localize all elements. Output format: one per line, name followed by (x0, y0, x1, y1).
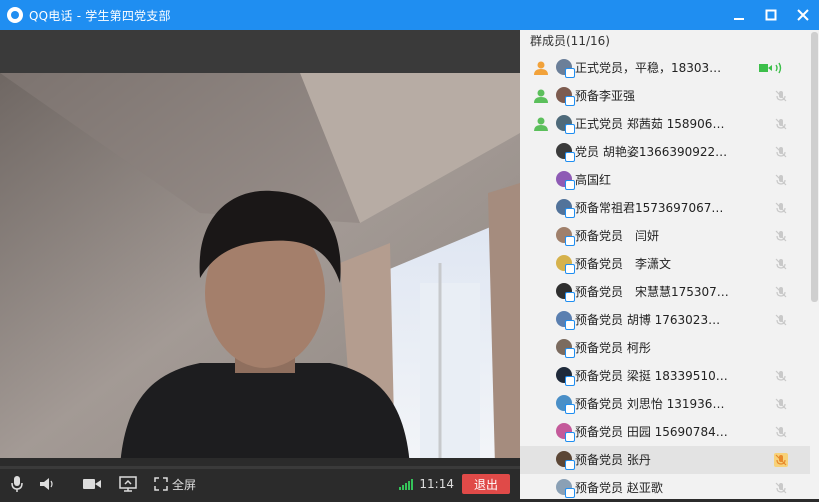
member-list[interactable]: 正式党员，平稳，18303… 预备李亚强正式党员 郑茜茹 158906… 党员 胡艳… (520, 54, 810, 502)
speaker-button[interactable] (32, 469, 62, 499)
mic-muted-icon[interactable] (774, 313, 788, 327)
screen-share-button[interactable] (112, 469, 144, 499)
member-name: 预备党员 梁挺 18339510… (575, 369, 728, 383)
member-row[interactable]: 预备党员 梁挺 18339510… (520, 362, 810, 390)
qq-call-logo-icon (7, 7, 23, 23)
member-list-scrollbar[interactable] (811, 32, 818, 302)
device-badge-icon (565, 236, 575, 246)
device-badge-icon (565, 68, 575, 78)
call-duration: 11:14 (419, 477, 454, 491)
device-badge-icon (565, 460, 575, 470)
mic-muted-icon[interactable] (774, 425, 788, 439)
exit-call-button[interactable]: 退出 (462, 474, 510, 494)
mic-muted-icon[interactable] (774, 285, 788, 299)
camera-button[interactable] (74, 469, 110, 499)
member-count-header: 群成员(11/16) (530, 34, 610, 48)
device-badge-icon (565, 404, 575, 414)
member-name: 预备党员 张丹 (575, 453, 651, 467)
member-name: 正式党员 郑茜茹 158906… (575, 117, 725, 131)
mic-muted-icon[interactable] (774, 117, 788, 131)
mic-muted-icon[interactable] (774, 397, 788, 411)
member-name: 预备党员 胡博 1763023… (575, 313, 721, 327)
fullscreen-label: 全屏 (172, 477, 197, 492)
fullscreen-button[interactable]: 全屏 (154, 469, 196, 499)
mic-muted-icon[interactable] (774, 173, 788, 187)
minimize-icon (734, 18, 744, 20)
participant-video-image (0, 73, 520, 466)
video-speaking-icon (759, 62, 782, 74)
member-row[interactable]: 预备党员 李潇文 (520, 250, 810, 278)
signal-strength-icon (399, 478, 414, 490)
member-name: 高国红 (575, 173, 612, 187)
mic-muted-icon[interactable] (774, 453, 788, 467)
mic-muted-icon[interactable] (774, 89, 788, 103)
member-name: 预备党员 李潇文 (575, 257, 672, 271)
maximize-button[interactable] (755, 0, 787, 30)
member-row[interactable]: 预备党员 柯彤 (520, 334, 810, 362)
member-row[interactable]: 预备常祖君1573697067… (520, 194, 810, 222)
member-name: 预备常祖君1573697067… (575, 201, 724, 215)
member-panel: 群成员(11/16) 正式党员，平稳，18303… 预备李亚强正式党员 郑茜茹 1… (520, 30, 819, 499)
device-badge-icon (565, 432, 575, 442)
window-title: QQ电话 - 学生第四党支部 (29, 8, 171, 23)
member-row[interactable]: 预备党员 闫妍 (520, 222, 810, 250)
member-row[interactable]: 正式党员 郑茜茹 158906… (520, 110, 810, 138)
device-badge-icon (565, 292, 575, 302)
member-row[interactable]: 预备李亚强 (520, 82, 810, 110)
device-badge-icon (565, 320, 575, 330)
member-name: 预备党员 宋慧慧175307… (575, 285, 729, 299)
member-person-icon (534, 89, 548, 103)
camera-icon (83, 479, 101, 489)
member-row[interactable]: 正式党员，平稳，18303… (520, 54, 810, 82)
device-badge-icon (565, 348, 575, 358)
member-row[interactable]: 预备党员 张丹 (520, 446, 810, 474)
screen-share-icon (119, 476, 137, 492)
member-row[interactable]: 预备党员 宋慧慧175307… (520, 278, 810, 306)
device-badge-icon (565, 180, 575, 190)
microphone-icon (11, 476, 23, 492)
member-name: 预备党员 刘思怡 131936… (575, 397, 725, 411)
mic-muted-icon[interactable] (774, 369, 788, 383)
minimize-button[interactable] (723, 0, 755, 30)
member-name: 预备李亚强 (575, 89, 636, 103)
member-name: 正式党员，平稳，18303… (575, 61, 722, 75)
speaker-icon (40, 478, 53, 490)
member-name: 党员 胡艳姿1366390922… (575, 145, 728, 159)
member-person-icon (534, 117, 548, 131)
member-name: 预备党员 柯彤 (575, 341, 651, 355)
mic-muted-icon[interactable] (774, 257, 788, 271)
device-badge-icon (565, 208, 575, 218)
member-name: 预备党员 赵亚歌 (575, 481, 663, 495)
mic-muted-icon[interactable] (774, 229, 788, 243)
device-badge-icon (565, 264, 575, 274)
member-name: 预备党员 闫妍 (575, 229, 660, 243)
mic-muted-icon[interactable] (774, 201, 788, 215)
close-icon (797, 9, 809, 21)
device-badge-icon (565, 124, 575, 134)
member-row[interactable]: 党员 胡艳姿1366390922… (520, 138, 810, 166)
maximize-icon (765, 9, 777, 21)
video-area[interactable] (0, 30, 520, 469)
device-badge-icon (565, 96, 575, 106)
microphone-button[interactable] (2, 469, 32, 499)
member-row[interactable]: 预备党员 刘思怡 131936… (520, 390, 810, 418)
member-row[interactable]: 预备党员 赵亚歌 (520, 474, 810, 502)
participant-video[interactable] (0, 73, 520, 466)
device-badge-icon (565, 488, 575, 498)
call-controls: 全屏 11:14 退出 (0, 469, 520, 499)
title-bar: QQ电话 - 学生第四党支部 (0, 0, 819, 30)
device-badge-icon (565, 152, 575, 162)
fullscreen-icon (154, 477, 168, 491)
member-person-icon (534, 61, 548, 75)
close-button[interactable] (787, 0, 819, 30)
mic-muted-icon[interactable] (774, 481, 788, 495)
member-row[interactable]: 预备党员 胡博 1763023… (520, 306, 810, 334)
member-name: 预备党员 田园 15690784… (575, 425, 728, 439)
member-row[interactable]: 预备党员 田园 15690784… (520, 418, 810, 446)
device-badge-icon (565, 376, 575, 386)
mic-muted-icon[interactable] (774, 145, 788, 159)
member-row[interactable]: 高国红 (520, 166, 810, 194)
